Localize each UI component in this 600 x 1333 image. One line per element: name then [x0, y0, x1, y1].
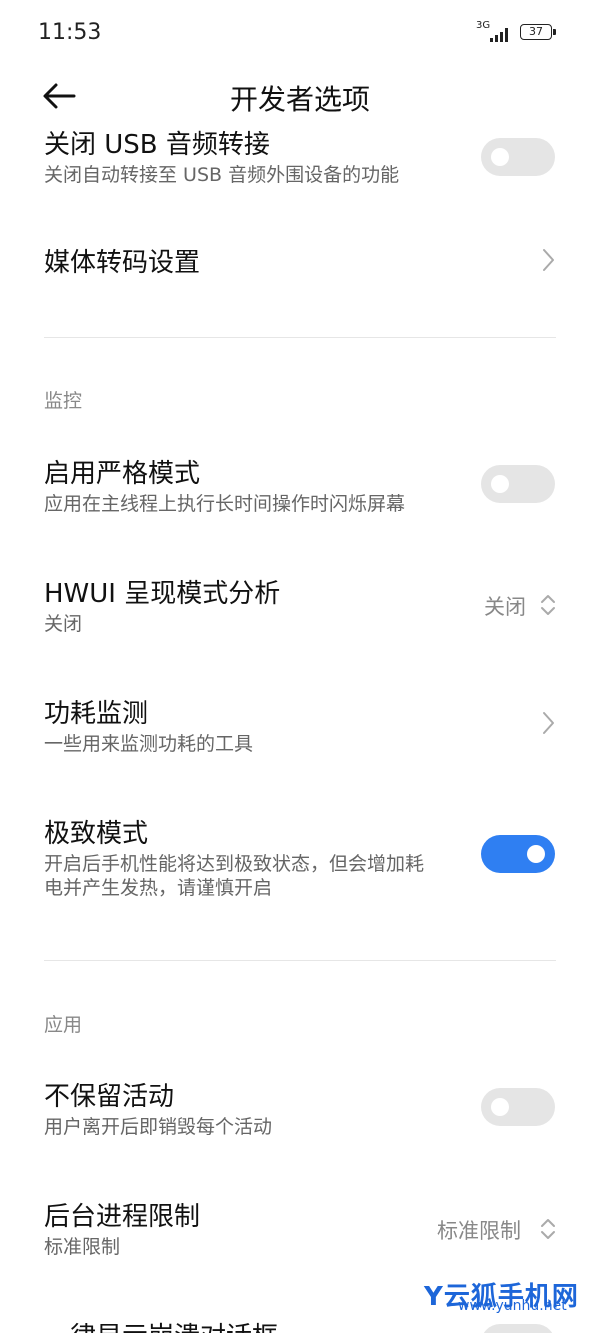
setting-strict-mode[interactable]: 启用严格模式 应用在主线程上执行长时间操作时闪烁屏幕 [0, 445, 600, 525]
setting-subtitle: 关闭 [44, 613, 83, 635]
setting-title: 一律显示崩溃对话框 [44, 1316, 278, 1333]
setting-power-monitor[interactable]: 功耗监测 一些用来监测功耗的工具 [0, 685, 600, 765]
section-header-monitor: 监控 [44, 390, 83, 412]
usb-audio-toggle[interactable] [481, 138, 555, 176]
up-down-chevron-icon [541, 1219, 555, 1239]
setting-subtitle: 关闭自动转接至 USB 音频外围设备的功能 [44, 164, 400, 186]
setting-subtitle: 标准限制 [44, 1236, 121, 1258]
extreme-mode-toggle[interactable] [481, 835, 555, 873]
setting-subtitle: 一些用来监测功耗的工具 [44, 733, 254, 755]
status-bar: 11:53 3G 37 [0, 0, 600, 66]
signal-icon [490, 26, 512, 42]
setting-dont-keep-activities[interactable]: 不保留活动 用户离开后即销毁每个活动 [0, 1068, 600, 1148]
dont-keep-activities-toggle[interactable] [481, 1088, 555, 1126]
setting-title: 启用严格模式 [44, 459, 201, 489]
setting-disable-usb-audio[interactable]: 关闭 USB 音频转接 关闭自动转接至 USB 音频外围设备的功能 [0, 130, 600, 200]
setting-title: 不保留活动 [44, 1082, 175, 1112]
up-down-chevron-icon [541, 595, 555, 615]
setting-subtitle: 应用在主线程上执行长时间操作时闪烁屏幕 [44, 493, 406, 515]
setting-media-transcode[interactable]: 媒体转码设置 [0, 230, 600, 290]
setting-hwui-profile[interactable]: HWUI 呈现模式分析 关闭 关闭 [0, 565, 600, 645]
divider [44, 960, 556, 961]
setting-subtitle-line2: 电并产生发热，请谨慎开启 [44, 877, 273, 899]
app-bar: 开发者选项 [0, 66, 600, 130]
background-limit-value: 标准限制 [437, 1219, 521, 1243]
setting-background-process-limit[interactable]: 后台进程限制 标准限制 标准限制 [0, 1188, 600, 1268]
clock: 11:53 [38, 20, 102, 45]
setting-subtitle-line1: 开启后手机性能将达到极致状态，但会增加耗 [44, 853, 425, 875]
setting-title: 功耗监测 [44, 699, 149, 729]
chevron-right-icon [543, 249, 554, 271]
section-header-apps: 应用 [44, 1014, 83, 1036]
chevron-right-icon [543, 712, 554, 734]
setting-subtitle: 用户离开后即销毁每个活动 [44, 1116, 273, 1138]
setting-title: 极致模式 [44, 819, 149, 849]
page-title: 开发者选项 [229, 83, 370, 116]
hwui-value: 关闭 [484, 595, 526, 619]
watermark-url: www.yunhu.net [458, 1298, 567, 1314]
setting-title: HWUI 呈现模式分析 [44, 579, 281, 609]
battery-icon: 37 [520, 24, 556, 40]
network-type: 3G [476, 20, 491, 31]
setting-title: 后台进程限制 [44, 1202, 201, 1232]
setting-title: 媒体转码设置 [44, 248, 201, 278]
divider [44, 337, 556, 338]
setting-extreme-mode[interactable]: 极致模式 开启后手机性能将达到极致状态，但会增加耗 电并产生发热，请谨慎开启 [0, 805, 600, 905]
crash-dialog-toggle[interactable] [481, 1324, 555, 1333]
strict-mode-toggle[interactable] [481, 465, 555, 503]
battery-level: 37 [529, 25, 543, 38]
setting-title: 关闭 USB 音频转接 [44, 130, 270, 160]
